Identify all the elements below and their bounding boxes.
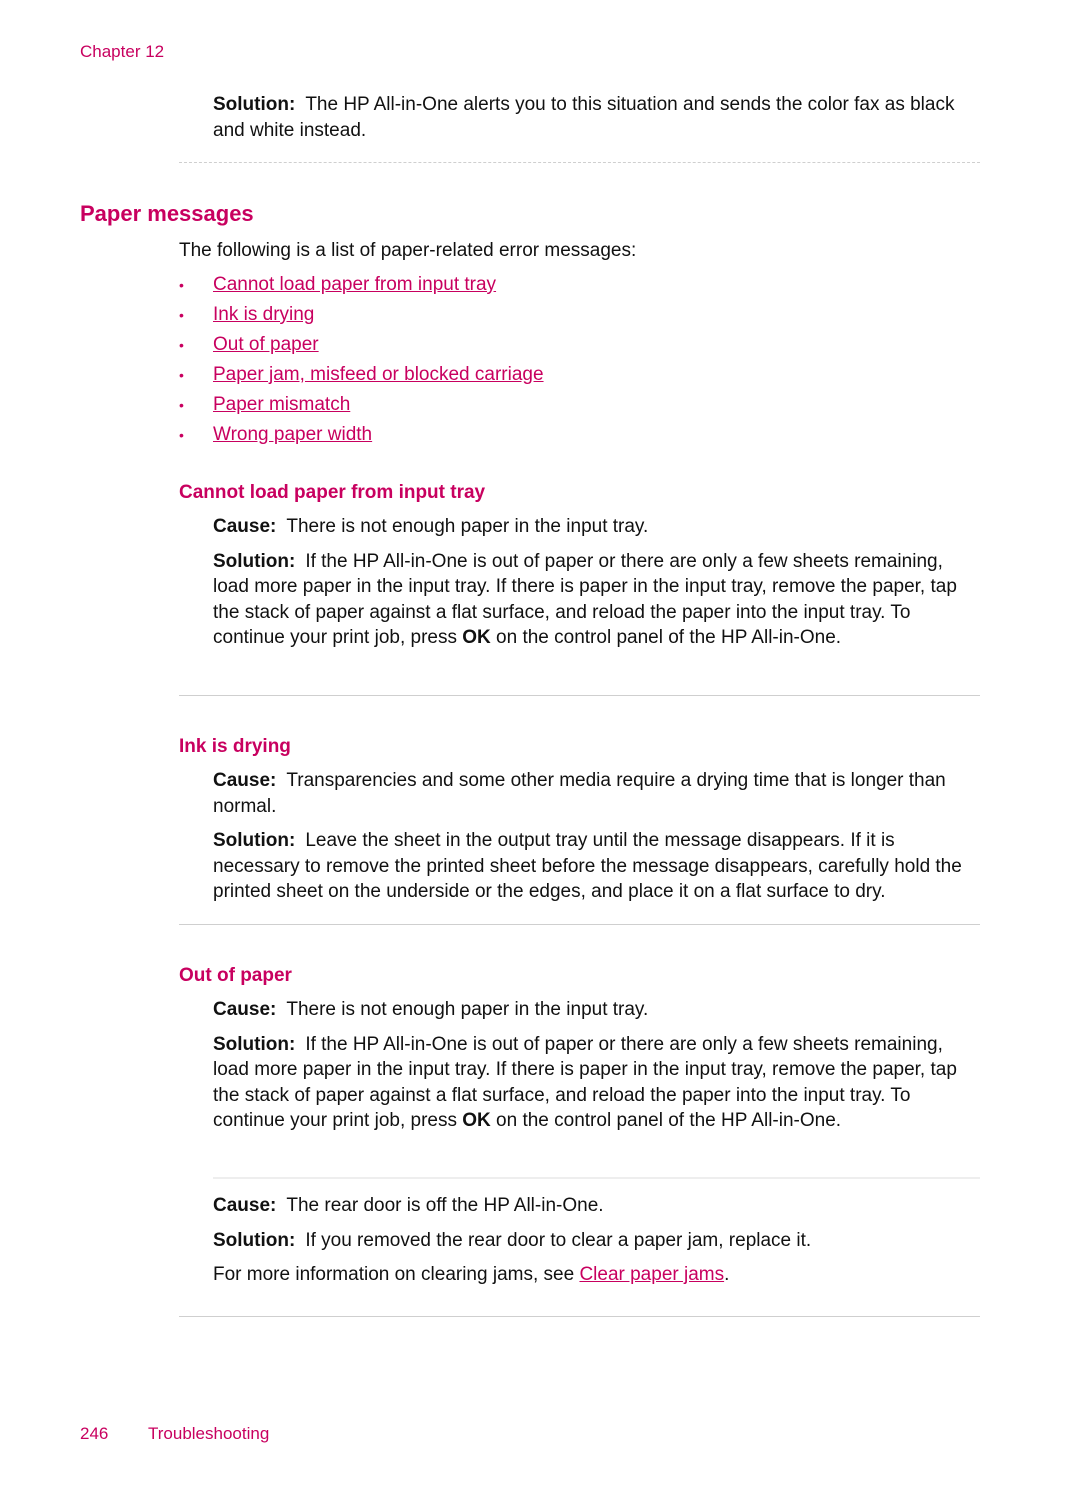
section-title: Paper messages [80, 201, 254, 226]
bullet-icon: • [179, 367, 184, 383]
solution-label: Solution: [213, 550, 296, 572]
bullet-icon: • [179, 277, 184, 293]
link-cannot-load-paper[interactable]: Cannot load paper from input tray [213, 272, 496, 298]
topic-body-ink-drying: Cause: Transparencies and some other medi… [213, 768, 983, 905]
cause-label: Cause: [213, 999, 277, 1020]
bullet-icon: • [179, 427, 184, 443]
divider [213, 1177, 980, 1179]
bullet-icon: • [179, 397, 184, 413]
page-number: 246 [80, 1424, 109, 1443]
footer-section: Troubleshooting [148, 1424, 270, 1443]
cause-label: Cause: [213, 770, 277, 791]
cause-label: Cause: [213, 1195, 277, 1216]
solution-label: Solution: [213, 1229, 296, 1251]
bullet-icon: • [179, 337, 184, 353]
top-solution: Solution: The HP All-in-One alerts you to… [213, 92, 983, 143]
link-wrong-paper-width[interactable]: Wrong paper width [213, 422, 372, 448]
cause-text: Transparencies and some other media requ… [213, 770, 946, 817]
link-clear-paper-jams[interactable]: Clear paper jams [579, 1264, 724, 1285]
solution-text: The HP All-in-One alerts you to this sit… [213, 94, 955, 141]
divider [179, 1316, 980, 1317]
topic-body-cannot-load: Cause: There is not enough paper in the i… [213, 514, 983, 651]
bullet-icon: • [179, 307, 184, 323]
section-intro: The following is a list of paper-related… [179, 240, 637, 261]
solution-text-end: on the control panel of the HP All-in-On… [490, 627, 842, 648]
chapter-label: Chapter 12 [80, 42, 165, 61]
list-item: • Wrong paper width [179, 422, 544, 452]
solution-label: Solution: [213, 830, 296, 851]
topic-title-out-of-paper: Out of paper [179, 965, 292, 986]
cause-text: The rear door is off the HP All-in-One. [286, 1195, 604, 1216]
solution-text-end: on the control panel of the HP All-in-On… [490, 1110, 842, 1131]
list-item: • Ink is drying [179, 302, 544, 332]
divider [179, 162, 980, 163]
cause-text: There is not enough paper in the input t… [286, 516, 649, 537]
ok-button-name: OK [462, 1110, 491, 1131]
list-item: • Paper jam, misfeed or blocked carriage [179, 362, 544, 392]
list-item: • Paper mismatch [179, 392, 544, 422]
link-paper-mismatch[interactable]: Paper mismatch [213, 392, 350, 418]
topic-body-out-of-paper: Cause: There is not enough paper in the i… [213, 997, 983, 1134]
solution-text: If you removed the rear door to clear a … [305, 1229, 812, 1251]
more-info-end: . [724, 1264, 730, 1285]
solution-label: Solution: [213, 1033, 296, 1055]
link-paper-jam[interactable]: Paper jam, misfeed or blocked carriage [213, 362, 544, 388]
topic-title-ink-drying: Ink is drying [179, 736, 291, 757]
cause-label: Cause: [213, 516, 277, 537]
link-ink-is-drying[interactable]: Ink is drying [213, 302, 314, 328]
link-out-of-paper[interactable]: Out of paper [213, 332, 319, 358]
list-item: • Out of paper [179, 332, 544, 362]
divider [179, 924, 980, 925]
list-item: • Cannot load paper from input tray [179, 272, 544, 302]
more-info-text: For more information on clearing jams, s… [213, 1264, 580, 1285]
cause-text: There is not enough paper in the input t… [286, 999, 649, 1020]
divider [179, 695, 980, 696]
solution-text: Leave the sheet in the output tray until… [213, 830, 962, 902]
error-message-list: • Cannot load paper from input tray • Ink … [179, 272, 544, 452]
topic-body-out-of-paper-2: Cause: The rear door is off the HP All-in… [213, 1193, 983, 1288]
ok-button-name: OK [462, 627, 491, 648]
solution-label: Solution: [213, 94, 296, 115]
topic-title-cannot-load: Cannot load paper from input tray [179, 482, 486, 503]
